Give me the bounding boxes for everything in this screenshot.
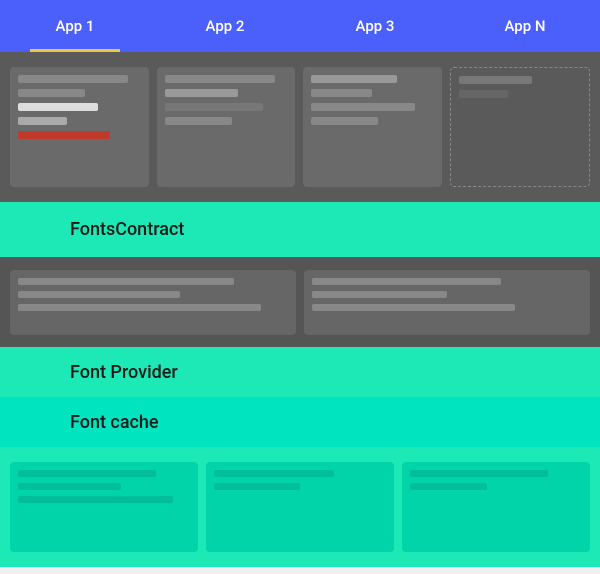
bottom-box-3 — [402, 462, 590, 552]
tab-app3[interactable]: App 3 — [300, 0, 450, 52]
app-box-line — [311, 75, 397, 83]
app-box-line — [18, 89, 85, 97]
middle-dark-section — [0, 257, 600, 347]
middle-box-2 — [304, 270, 590, 335]
app-box-line — [311, 117, 378, 125]
app-box-line — [18, 117, 67, 125]
bottom-box-2 — [206, 462, 394, 552]
tab-app1[interactable]: App 1 — [0, 0, 150, 52]
app-box-2 — [157, 67, 296, 187]
app-box-3 — [303, 67, 442, 187]
app-box-line — [18, 75, 128, 83]
app-box-line — [165, 89, 239, 97]
diagram-container: App 1 App 2 App 3 App N — [0, 0, 600, 574]
tab-bar: App 1 App 2 App 3 App N — [0, 0, 600, 52]
app-box-line — [18, 131, 110, 139]
app-box-line — [459, 90, 508, 98]
bottom-teal-section — [0, 447, 600, 567]
font-provider-label: Font Provider — [70, 362, 178, 383]
font-provider-section: Font Provider — [0, 347, 600, 397]
app-box-line — [311, 89, 372, 97]
app-box-n — [450, 67, 591, 187]
app-boxes-section — [0, 52, 600, 202]
app-box-line — [165, 117, 232, 125]
tab-appn[interactable]: App N — [450, 0, 600, 52]
fonts-contract-label: FontsContract — [70, 219, 184, 240]
bottom-box-1 — [10, 462, 198, 552]
font-cache-label: Font cache — [70, 412, 159, 433]
app-box-line — [165, 103, 263, 111]
tab-app2[interactable]: App 2 — [150, 0, 300, 52]
app-box-line — [311, 103, 415, 111]
font-cache-section: Font cache — [0, 397, 600, 447]
app-box-1 — [10, 67, 149, 187]
middle-box-1 — [10, 270, 296, 335]
app-box-line — [165, 75, 275, 83]
fonts-contract-section: FontsContract — [0, 202, 600, 257]
app-box-line — [18, 103, 98, 111]
app-box-line — [459, 76, 533, 84]
